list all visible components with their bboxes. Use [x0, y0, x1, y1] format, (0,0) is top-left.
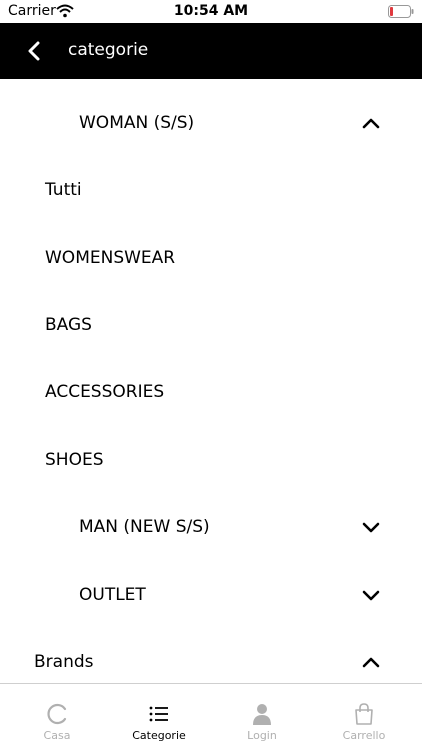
chevron-up-icon	[362, 657, 380, 667]
chevron-up-icon	[362, 118, 380, 128]
battery-low-icon	[388, 5, 414, 18]
subcategory-womenswear[interactable]: WOMENSWEAR	[0, 224, 422, 291]
list-icon	[149, 706, 168, 722]
refresh-icon	[47, 703, 67, 725]
category-label: Brands	[34, 651, 94, 672]
category-list: WOMAN (S/S) Tutti WOMENSWEAR BAGS ACCESS…	[0, 79, 422, 683]
subcategory-bags[interactable]: BAGS	[0, 291, 422, 358]
user-icon	[253, 704, 271, 725]
subcategory-tutti[interactable]: Tutti	[0, 156, 422, 223]
category-label: WOMAN (S/S)	[79, 112, 195, 133]
tab-login[interactable]: Login	[211, 684, 313, 750]
subcategory-accessories[interactable]: ACCESSORIES	[0, 358, 422, 425]
subcategory-label: BAGS	[45, 314, 92, 335]
tab-casa[interactable]: Casa	[6, 684, 108, 750]
category-man-new-ss[interactable]: MAN (NEW S/S)	[0, 493, 422, 560]
status-bar: Carrier 10:54 AM	[0, 0, 422, 23]
category-label: MAN (NEW S/S)	[79, 516, 210, 537]
subcategory-label: Tutti	[45, 179, 82, 200]
category-label: OUTLET	[79, 584, 146, 605]
tab-carrello[interactable]: Carrello	[313, 684, 415, 750]
screen: Carrier 10:54 AM categorie WOMAN (S/S) T…	[0, 0, 422, 750]
chevron-down-icon	[362, 522, 380, 532]
tab-categorie[interactable]: Categorie	[108, 684, 210, 750]
tab-label: Login	[247, 729, 277, 742]
status-time: 10:54 AM	[173, 3, 249, 19]
chevron-down-icon	[362, 590, 380, 600]
tab-label: Casa	[43, 729, 71, 742]
subcategory-label: ACCESSORIES	[45, 381, 165, 402]
back-button[interactable]	[20, 37, 48, 65]
subcategory-label: SHOES	[45, 449, 104, 470]
tab-label: Carrello	[342, 729, 386, 742]
tab-label: Categorie	[132, 729, 186, 742]
category-woman-ss[interactable]: WOMAN (S/S)	[0, 89, 422, 156]
page-title: categorie	[68, 40, 149, 60]
shopping-bag-icon	[355, 703, 373, 725]
category-brands[interactable]: Brands	[0, 628, 422, 683]
nav-header: categorie	[0, 23, 422, 79]
chevron-left-icon	[28, 41, 40, 61]
subcategory-shoes[interactable]: SHOES	[0, 426, 422, 493]
subcategory-label: WOMENSWEAR	[45, 247, 176, 268]
tab-bar: Casa Categorie Login Carrello	[0, 683, 422, 750]
category-outlet[interactable]: OUTLET	[0, 561, 422, 628]
